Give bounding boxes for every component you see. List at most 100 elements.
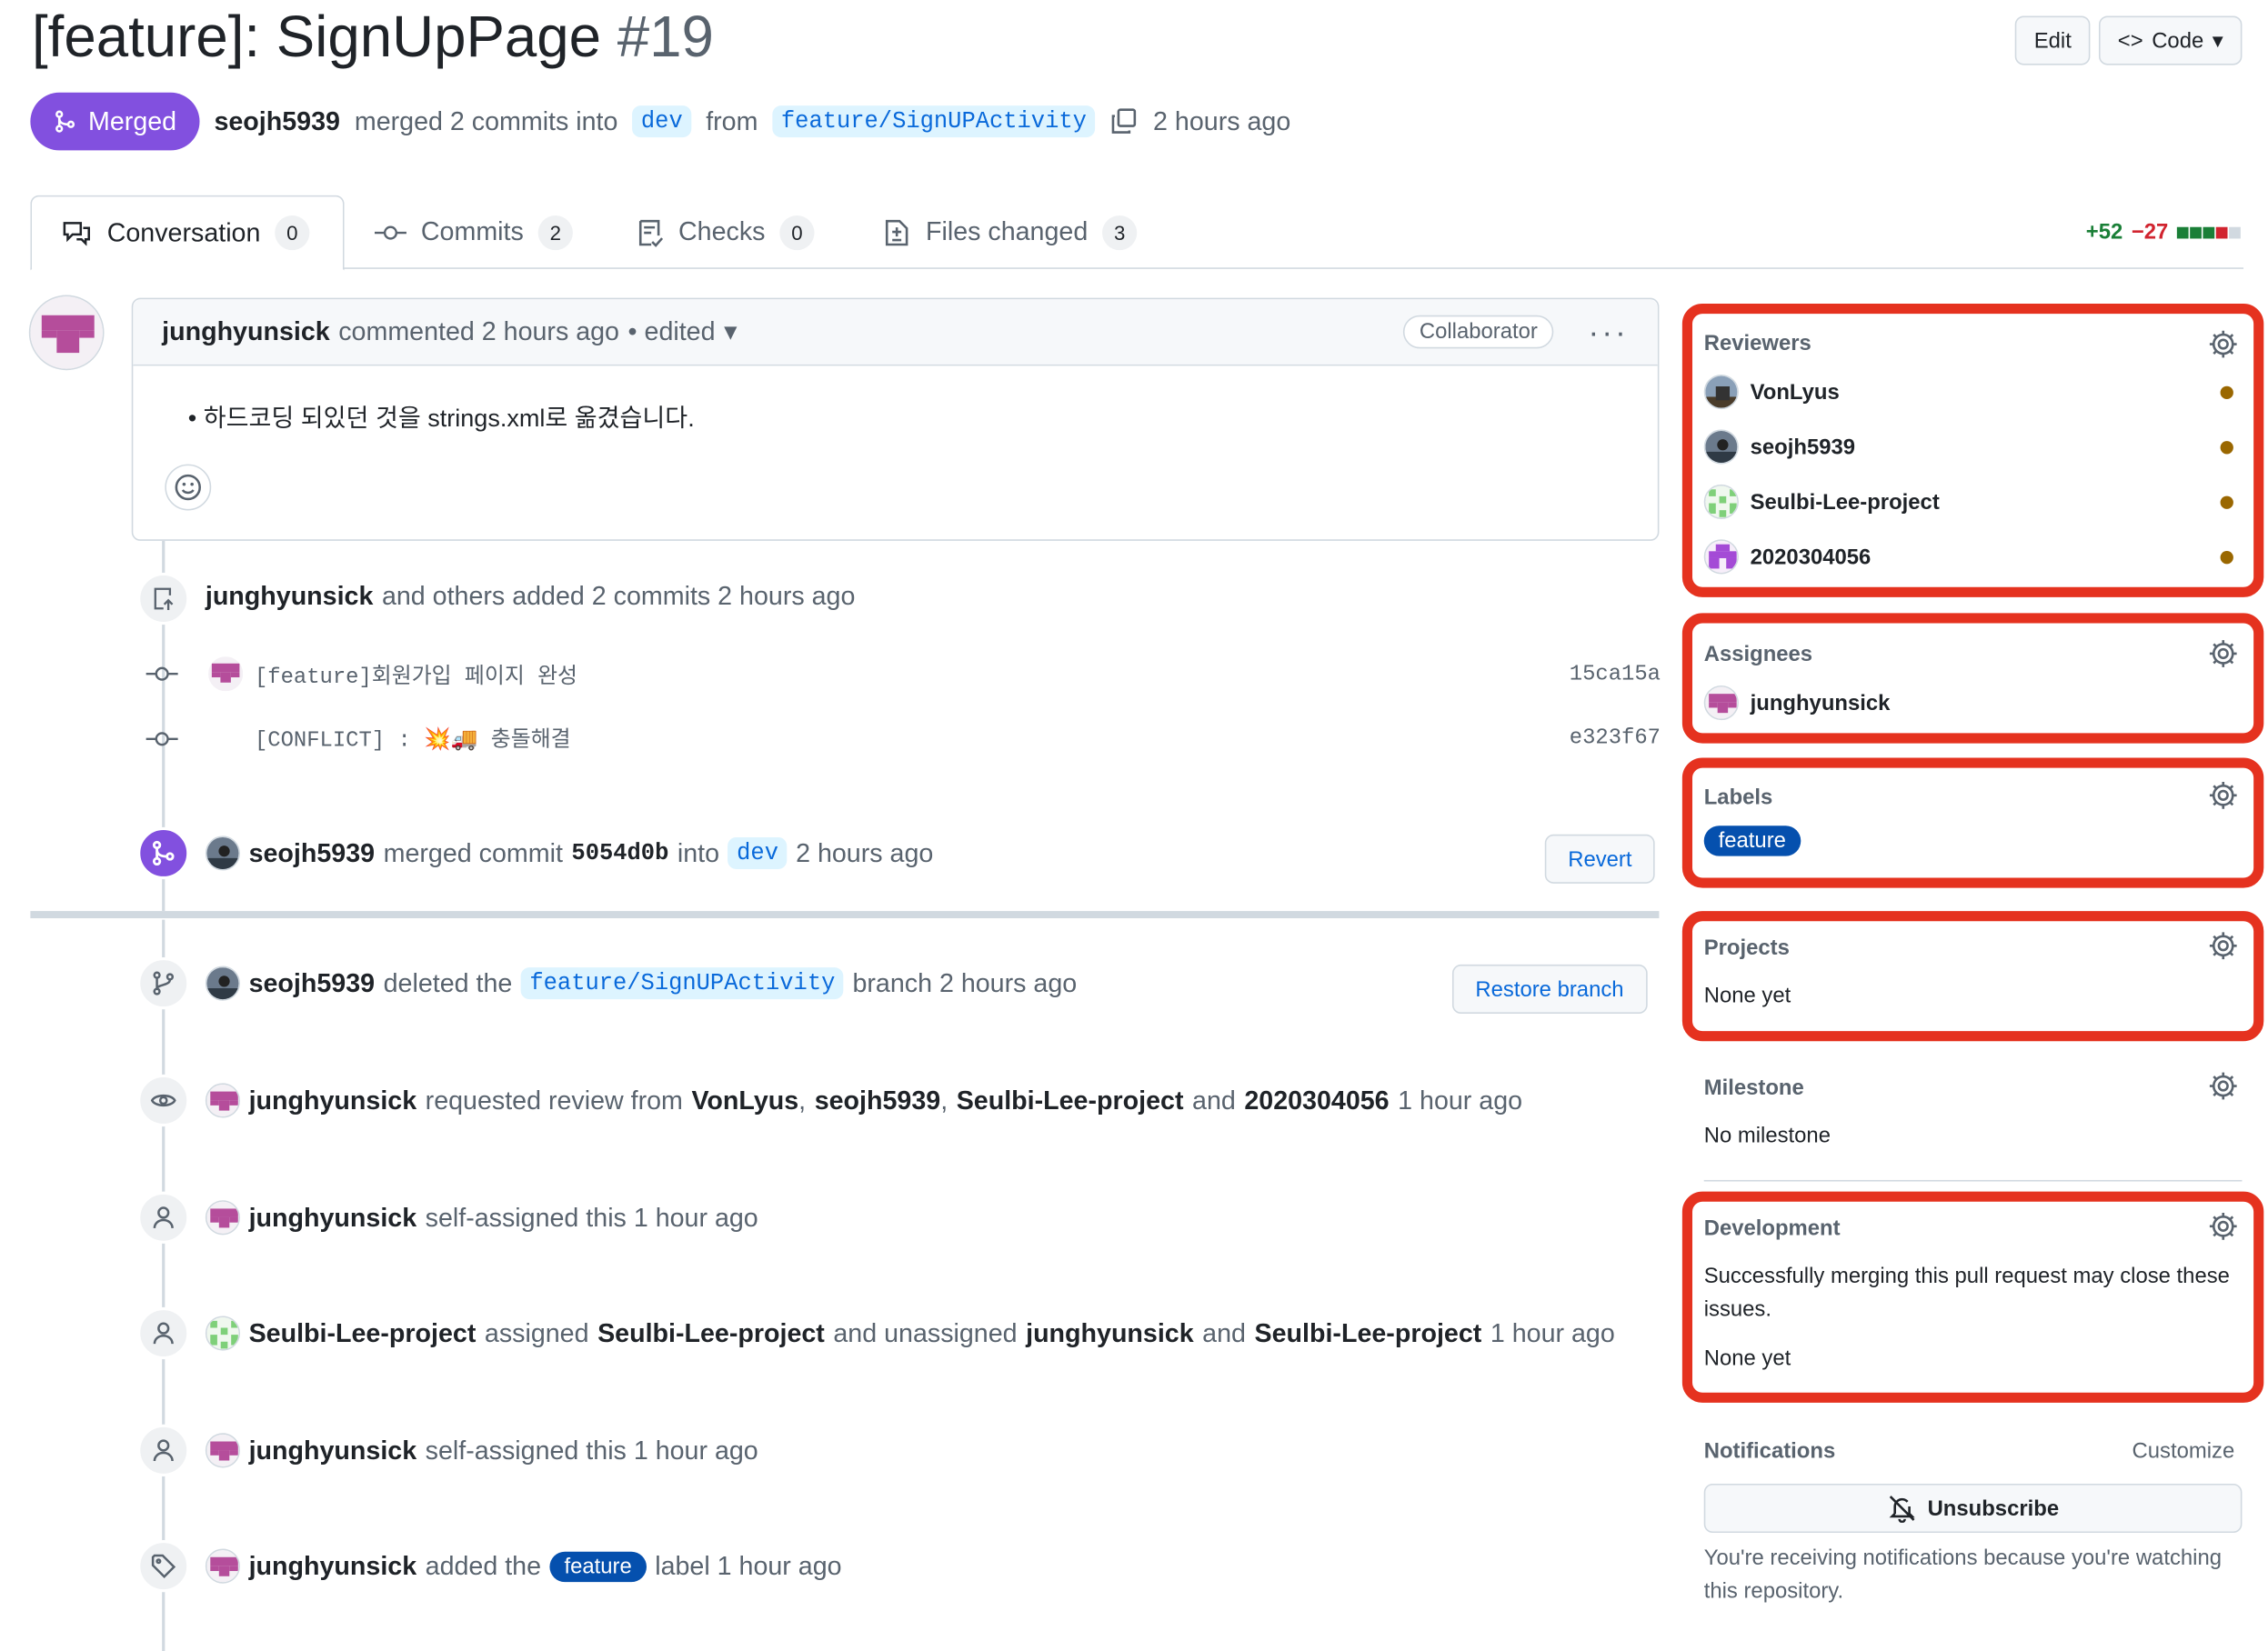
commit-row: [CONFLICT] : 💥🚚 충돌해결 e323f67 bbox=[145, 723, 1661, 754]
divider bbox=[1703, 1179, 2243, 1182]
milestone-value: No milestone bbox=[1703, 1123, 1831, 1148]
reviewers-section: Reviewers VonLyus seojh5939 Seulbi-Lee-p… bbox=[1681, 304, 2264, 597]
reviewer-name: Seulbi-Lee-project bbox=[1750, 489, 1940, 515]
assignees-section: Assignees junghyunsick bbox=[1681, 613, 2264, 744]
unsubscribe-label: Unsubscribe bbox=[1927, 1496, 2060, 1521]
avatar[interactable] bbox=[205, 1548, 241, 1584]
merge-icon bbox=[137, 826, 190, 880]
event-author-link[interactable]: Seulbi-Lee-project bbox=[249, 1318, 477, 1348]
assignee-item[interactable]: junghyunsick bbox=[1703, 685, 1890, 721]
commit-sha-link[interactable]: 15ca15a bbox=[1570, 662, 1661, 686]
section-title: Development bbox=[1703, 1216, 1841, 1241]
reviewer-item[interactable]: 2020304056 bbox=[1703, 539, 1871, 575]
highlight-box bbox=[1681, 757, 2264, 888]
event-author-link[interactable]: junghyunsick bbox=[249, 1436, 417, 1466]
avatar[interactable] bbox=[28, 295, 105, 371]
code-button[interactable]: <> Code ▾ bbox=[2099, 15, 2243, 65]
emoji-reaction-button[interactable] bbox=[165, 464, 212, 511]
event-time: 1 hour ago bbox=[1398, 1085, 1523, 1115]
self-assigned-event: junghyunsick self-assigned this 1 hour a… bbox=[205, 1433, 758, 1468]
gear-icon[interactable] bbox=[2207, 1070, 2239, 1102]
highlight-box bbox=[1681, 911, 2264, 1042]
commit-row: [feature]회원가입 페이지 완성 15ca15a bbox=[145, 656, 1661, 692]
event-author-link[interactable]: junghyunsick bbox=[249, 1551, 417, 1581]
event-author-link[interactable]: junghyunsick bbox=[249, 1203, 417, 1233]
base-branch[interactable]: dev bbox=[632, 105, 692, 138]
avatar[interactable] bbox=[205, 966, 241, 1001]
section-title: Labels bbox=[1703, 785, 1773, 810]
gear-icon[interactable] bbox=[2207, 779, 2239, 811]
label-badge[interactable]: feature bbox=[549, 1550, 647, 1582]
assignment-event: Seulbi-Lee-project assigned Seulbi-Lee-p… bbox=[205, 1316, 1615, 1351]
tab-conversation[interactable]: Conversation 0 bbox=[30, 195, 345, 271]
deleted-branch[interactable]: feature/SignUPActivity bbox=[520, 967, 844, 1000]
event-text: and unassigned bbox=[833, 1317, 1018, 1347]
reviewer-link[interactable]: 2020304056 bbox=[1244, 1086, 1389, 1116]
tag-icon bbox=[137, 1539, 190, 1593]
reviewer-item[interactable]: VonLyus bbox=[1703, 374, 1840, 410]
pr-title: [feature]: SignUpPage bbox=[31, 5, 602, 70]
avatar[interactable] bbox=[205, 1433, 241, 1468]
reviewer-link[interactable]: VonLyus bbox=[691, 1086, 798, 1116]
avatar[interactable] bbox=[205, 836, 241, 871]
head-branch[interactable]: feature/SignUPActivity bbox=[772, 105, 1096, 138]
copy-icon[interactable] bbox=[1109, 107, 1139, 136]
reviewer-item[interactable]: seojh5939 bbox=[1703, 429, 1855, 465]
merge-commit-link[interactable]: 5054d0b bbox=[571, 840, 668, 866]
event-text: self-assigned this 1 hour ago bbox=[425, 1435, 758, 1465]
self-assigned-event: junghyunsick self-assigned this 1 hour a… bbox=[205, 1200, 758, 1236]
base-branch[interactable]: dev bbox=[728, 836, 788, 869]
label-badge[interactable]: feature bbox=[1703, 826, 1801, 856]
comment-bullet-text: 하드코딩 되있던 것을 strings.xml로 옮겼습니다. bbox=[203, 405, 695, 433]
section-title: Milestone bbox=[1703, 1076, 1804, 1101]
reviewer-link[interactable]: Seulbi-Lee-project bbox=[957, 1086, 1184, 1116]
edited-dropdown[interactable]: • edited bbox=[628, 316, 716, 346]
development-description: Successfully merging this pull request m… bbox=[1703, 1264, 2230, 1322]
tab-count: 2 bbox=[537, 215, 573, 250]
gear-icon[interactable] bbox=[2207, 637, 2239, 669]
gear-icon[interactable] bbox=[2207, 328, 2239, 360]
kebab-menu-icon[interactable]: ··· bbox=[1589, 315, 1630, 348]
event-text: and bbox=[1192, 1085, 1236, 1115]
avatar[interactable] bbox=[205, 1083, 241, 1118]
commit-message-link[interactable]: [feature]회원가입 페이지 완성 bbox=[255, 659, 577, 689]
restore-branch-button[interactable]: Restore branch bbox=[1451, 964, 1647, 1015]
event-author-link[interactable]: junghyunsick bbox=[206, 581, 374, 611]
assignee-link[interactable]: Seulbi-Lee-project bbox=[597, 1318, 825, 1348]
commit-icon bbox=[146, 666, 178, 681]
event-text: branch 2 hours ago bbox=[852, 967, 1078, 997]
commit-sha-link[interactable]: e323f67 bbox=[1570, 725, 1661, 750]
revert-button[interactable]: Revert bbox=[1544, 834, 1655, 884]
event-author-link[interactable]: seojh5939 bbox=[249, 968, 375, 998]
comment-box: junghyunsick commented 2 hours ago • edi… bbox=[131, 297, 1660, 541]
avatar[interactable] bbox=[208, 656, 244, 692]
assignee-link[interactable]: Seulbi-Lee-project bbox=[1255, 1318, 1482, 1348]
section-title: Assignees bbox=[1703, 642, 1813, 667]
assignee-link[interactable]: junghyunsick bbox=[1026, 1318, 1194, 1348]
tab-files-changed[interactable]: Files changed 3 bbox=[853, 195, 1166, 269]
projects-section: Projects None yet bbox=[1681, 911, 2264, 1042]
edit-label: Edit bbox=[2033, 28, 2072, 54]
customize-link[interactable]: Customize bbox=[2133, 1439, 2235, 1464]
event-author-link[interactable]: junghyunsick bbox=[249, 1086, 417, 1116]
comment-author-link[interactable]: junghyunsick bbox=[162, 316, 330, 346]
tab-checks[interactable]: Checks 0 bbox=[606, 195, 843, 269]
pending-review-icon bbox=[2220, 495, 2233, 509]
tab-commits[interactable]: Commits 2 bbox=[346, 195, 602, 269]
avatar[interactable] bbox=[205, 1200, 241, 1236]
merge-event: seojh5939 merged commit 5054d0b into dev… bbox=[205, 836, 933, 871]
event-author-link[interactable]: seojh5939 bbox=[249, 838, 375, 868]
reviewer-item[interactable]: Seulbi-Lee-project bbox=[1703, 484, 1940, 520]
labels-section: Labels feature bbox=[1681, 757, 2264, 888]
commit-message-link[interactable]: [CONFLICT] : 💥🚚 충돌해결 bbox=[255, 723, 571, 754]
section-title: Projects bbox=[1703, 936, 1790, 961]
avatar[interactable] bbox=[205, 1316, 241, 1351]
reviewer-link[interactable]: seojh5939 bbox=[815, 1086, 940, 1116]
pr-author-link[interactable]: seojh5939 bbox=[214, 106, 339, 136]
labeled-event: junghyunsick added the feature label 1 h… bbox=[205, 1548, 842, 1584]
gear-icon[interactable] bbox=[2207, 930, 2239, 962]
gear-icon[interactable] bbox=[2207, 1210, 2239, 1242]
unsubscribe-button[interactable]: Unsubscribe bbox=[1703, 1483, 2243, 1534]
caret-down-icon[interactable]: ▾ bbox=[724, 316, 737, 346]
edit-button[interactable]: Edit bbox=[2015, 15, 2091, 65]
